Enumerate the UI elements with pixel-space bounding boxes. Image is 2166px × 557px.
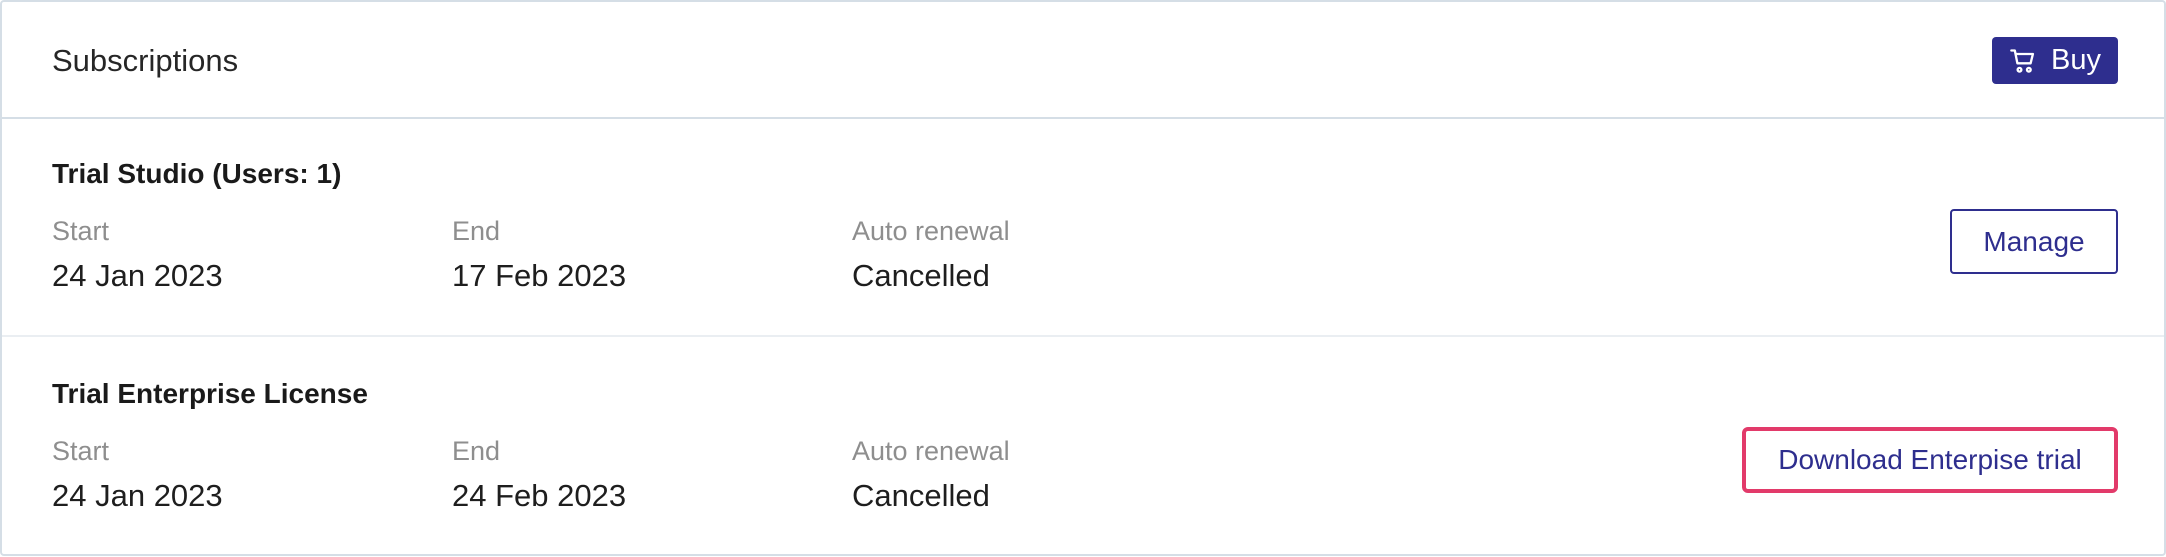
- start-value: 24 Jan 2023: [52, 478, 223, 513]
- end-label: End: [452, 436, 501, 466]
- end-field: End 24 Feb 2023: [452, 434, 626, 516]
- start-label: Start: [52, 436, 110, 466]
- cart-icon: [2009, 47, 2037, 75]
- end-value: 24 Feb 2023: [452, 478, 627, 513]
- auto-renewal-value: Cancelled: [852, 478, 990, 513]
- auto-renewal-field: Auto renewal Cancelled: [852, 434, 1010, 516]
- start-label: Start: [52, 216, 110, 246]
- card-header: Subscriptions Buy: [2, 2, 2164, 119]
- auto-renewal-label: Auto renewal: [852, 436, 1010, 466]
- download-enterprise-trial-button[interactable]: Download Enterpise trial: [1742, 427, 2118, 493]
- subscription-title: Trial Studio (Users: 1): [52, 158, 342, 189]
- subscription-row: Trial Enterprise License Start 24 Jan 20…: [2, 339, 2164, 557]
- page-title: Subscriptions: [52, 43, 239, 78]
- auto-renewal-label: Auto renewal: [852, 216, 1010, 246]
- subscription-row: Trial Studio (Users: 1) Start 24 Jan 202…: [2, 119, 2164, 337]
- buy-button-label: Buy: [2051, 44, 2101, 76]
- auto-renewal-value: Cancelled: [852, 258, 990, 293]
- end-value: 17 Feb 2023: [452, 258, 627, 293]
- end-field: End 17 Feb 2023: [452, 214, 626, 296]
- start-field: Start 24 Jan 2023: [52, 434, 223, 516]
- start-value: 24 Jan 2023: [52, 258, 223, 293]
- manage-button[interactable]: Manage: [1950, 209, 2118, 274]
- buy-button[interactable]: Buy: [1992, 37, 2118, 84]
- start-field: Start 24 Jan 2023: [52, 214, 223, 296]
- subscriptions-card: Subscriptions Buy Trial Studio (Users: 1…: [0, 0, 2166, 556]
- auto-renewal-field: Auto renewal Cancelled: [852, 214, 1010, 296]
- end-label: End: [452, 216, 501, 246]
- subscription-title: Trial Enterprise License: [52, 378, 368, 409]
